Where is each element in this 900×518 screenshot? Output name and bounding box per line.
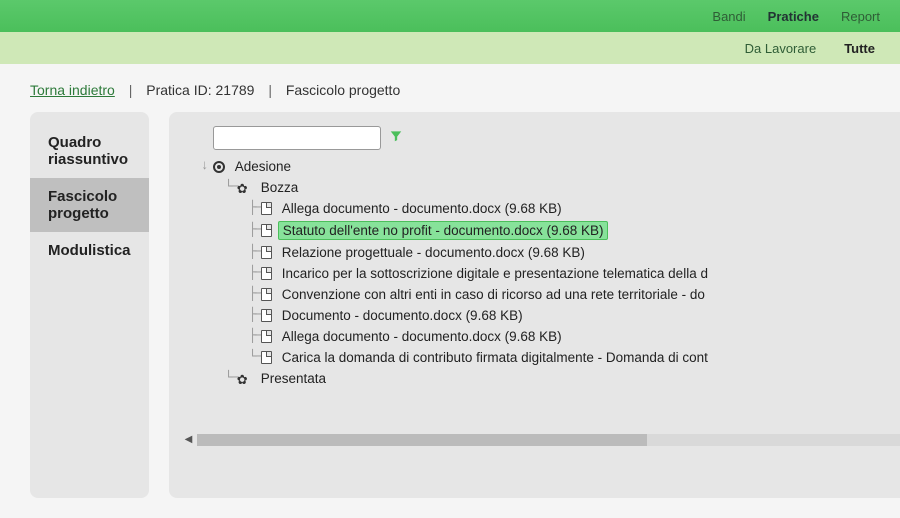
subnav-tutte[interactable]: Tutte xyxy=(844,41,875,56)
search-input[interactable] xyxy=(213,126,381,150)
tree-node-file[interactable]: ├─ Convenzione con altri enti in caso di… xyxy=(201,284,900,305)
tree-label-selected: Statuto dell'ente no profit - documento.… xyxy=(278,221,609,240)
file-icon xyxy=(261,202,272,215)
tree-connector: ├─ xyxy=(249,201,261,216)
separator: | xyxy=(129,82,133,98)
file-icon xyxy=(261,351,272,364)
topnav-pratiche[interactable]: Pratiche xyxy=(768,9,819,24)
tree-connector: ↓ xyxy=(201,159,213,174)
tree-connector: └─ xyxy=(225,371,237,386)
tree-node-bozza[interactable]: └─ ✿ Bozza xyxy=(201,177,900,198)
tree-label: Allega documento - documento.docx (9.68 … xyxy=(278,328,566,345)
sidenav-quadro[interactable]: Quadro riassuntivo xyxy=(30,124,149,178)
horizontal-scrollbar[interactable]: ◀ ▶ xyxy=(183,433,900,446)
tree-connector: └─ xyxy=(225,180,237,195)
tree-label: Adesione xyxy=(231,158,295,175)
tree-node-file[interactable]: ├─ Incarico per la sottoscrizione digita… xyxy=(201,263,900,284)
tree-connector: ├─ xyxy=(249,223,261,238)
scroll-left-arrow[interactable]: ◀ xyxy=(183,434,195,445)
separator: | xyxy=(268,82,272,98)
tree-label: Bozza xyxy=(257,179,303,196)
file-icon xyxy=(261,224,272,237)
tree-label: Presentata xyxy=(257,370,330,387)
tree-node-file[interactable]: ├─ Documento - documento.docx (9.68 KB) xyxy=(201,305,900,326)
tree-node-file[interactable]: ├─ Allega documento - documento.docx (9.… xyxy=(201,198,900,219)
hscroll-thumb[interactable] xyxy=(197,434,647,446)
tree-label: Incarico per la sottoscrizione digitale … xyxy=(278,265,712,282)
main-panel: ↓ Adesione └─ ✿ Bozza ├─ Allega document… xyxy=(169,112,900,498)
file-icon xyxy=(261,330,272,343)
breadcrumb-page: Fascicolo progetto xyxy=(286,82,400,98)
tree-label: Carica la domanda di contributo firmata … xyxy=(278,349,712,366)
tree-node-file[interactable]: ├─ Statuto dell'ente no profit - documen… xyxy=(201,219,900,242)
gear-icon: ✿ xyxy=(237,372,251,386)
tree-connector: ├─ xyxy=(249,245,261,260)
breadcrumb-id: Pratica ID: 21789 xyxy=(146,82,254,98)
tree-node-file[interactable]: └─ Carica la domanda di contributo firma… xyxy=(201,347,900,368)
tree-label: Allega documento - documento.docx (9.68 … xyxy=(278,200,566,217)
sub-nav: Da Lavorare Tutte xyxy=(0,32,900,64)
tree-label: Relazione progettuale - documento.docx (… xyxy=(278,244,589,261)
tree-label: Convenzione con altri enti in caso di ri… xyxy=(278,286,709,303)
topnav-report[interactable]: Report xyxy=(841,9,880,24)
gear-icon: ✿ xyxy=(237,181,251,195)
tree-view: ↓ Adesione └─ ✿ Bozza ├─ Allega document… xyxy=(183,156,900,429)
tree-connector: ├─ xyxy=(249,287,261,302)
hscroll-track[interactable] xyxy=(197,434,900,446)
tree-node-file[interactable]: ├─ Relazione progettuale - documento.doc… xyxy=(201,242,900,263)
tree-connector: ├─ xyxy=(249,329,261,344)
subnav-dalavorare[interactable]: Da Lavorare xyxy=(745,41,817,56)
breadcrumb: Torna indietro | Pratica ID: 21789 | Fas… xyxy=(0,64,900,112)
sidenav-modulistica[interactable]: Modulistica xyxy=(30,232,149,269)
side-nav: Quadro riassuntivo Fascicolo progetto Mo… xyxy=(30,112,149,498)
sidenav-fascicolo[interactable]: Fascicolo progetto xyxy=(30,178,149,232)
tree-connector: ├─ xyxy=(249,266,261,281)
breadcrumb-back-link[interactable]: Torna indietro xyxy=(30,82,115,98)
tree-node-presentata[interactable]: └─ ✿ Presentata xyxy=(201,368,900,389)
file-icon xyxy=(261,246,272,259)
file-icon xyxy=(261,309,272,322)
top-nav: Bandi Pratiche Report xyxy=(0,0,900,32)
tree-connector: └─ xyxy=(249,350,261,365)
file-icon xyxy=(261,288,272,301)
tree-label: Documento - documento.docx (9.68 KB) xyxy=(278,307,527,324)
tree-node-file[interactable]: ├─ Allega documento - documento.docx (9.… xyxy=(201,326,900,347)
filter-icon[interactable] xyxy=(389,129,403,148)
topnav-bandi[interactable]: Bandi xyxy=(712,9,745,24)
file-icon xyxy=(261,267,272,280)
tree-connector: ├─ xyxy=(249,308,261,323)
tree-node-adesione[interactable]: ↓ Adesione xyxy=(201,156,900,177)
radio-icon xyxy=(213,161,225,173)
